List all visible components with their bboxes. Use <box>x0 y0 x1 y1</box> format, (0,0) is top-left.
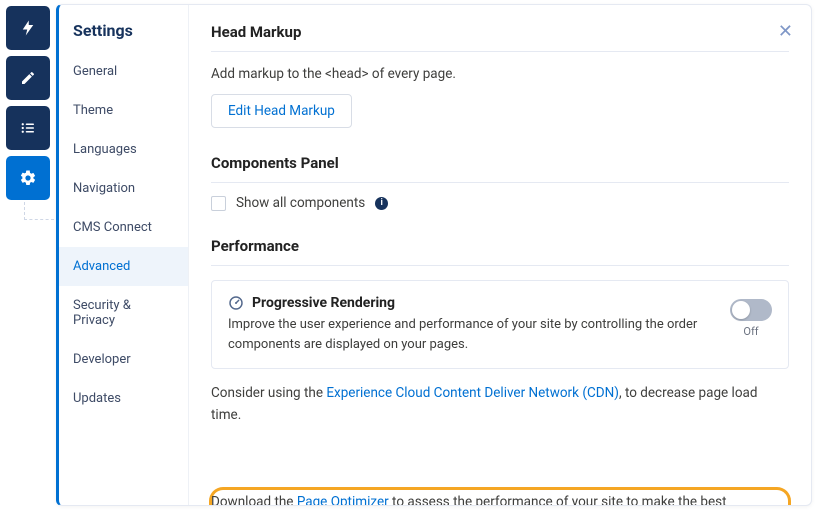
lightning-icon-tile[interactable] <box>6 6 50 50</box>
gear-icon-tile[interactable] <box>6 156 50 200</box>
head-markup-title: Head Markup <box>211 23 789 52</box>
settings-title: Settings <box>59 5 188 52</box>
icon-rail <box>0 0 56 510</box>
progressive-rendering-title: Progressive Rendering <box>252 295 395 311</box>
sidebar-item-developer[interactable]: Developer <box>59 340 188 379</box>
show-all-components-checkbox[interactable] <box>211 196 226 211</box>
cdn-pre-text: Consider using the <box>211 385 326 401</box>
pencil-icon-tile[interactable] <box>6 56 50 100</box>
sidebar-item-updates[interactable]: Updates <box>59 379 188 418</box>
list-icon <box>19 119 37 137</box>
gear-icon <box>19 169 37 187</box>
settings-sidebar: Settings General Theme Languages Navigat… <box>59 5 189 505</box>
performance-title: Performance <box>211 237 789 266</box>
show-all-components-label: Show all components <box>236 195 365 211</box>
sidebar-item-cms-connect[interactable]: CMS Connect <box>59 208 188 247</box>
sidebar-item-languages[interactable]: Languages <box>59 130 188 169</box>
sidebar-item-security-privacy[interactable]: Security & Privacy <box>59 286 188 340</box>
rail-connector <box>24 202 54 220</box>
progressive-rendering-heading: Progressive Rendering <box>228 295 712 311</box>
info-icon[interactable]: i <box>375 197 388 210</box>
optimizer-pre-text: Download the <box>211 494 297 506</box>
list-icon-tile[interactable] <box>6 106 50 150</box>
sidebar-item-general[interactable]: General <box>59 52 188 91</box>
cdn-link[interactable]: Experience Cloud Content Deliver Network… <box>326 385 619 401</box>
page-optimizer-link[interactable]: Page Optimizer <box>297 494 389 506</box>
progressive-rendering-card: Progressive Rendering Improve the user e… <box>211 280 789 369</box>
head-markup-desc: Add markup to the <head> of every page. <box>211 64 789 84</box>
components-panel-title: Components Panel <box>211 154 789 183</box>
sidebar-item-advanced[interactable]: Advanced <box>59 247 188 286</box>
sidebar-item-theme[interactable]: Theme <box>59 91 188 130</box>
toggle-state-label: Off <box>743 325 758 338</box>
progressive-rendering-desc: Improve the user experience and performa… <box>228 315 712 354</box>
settings-panel: Settings General Theme Languages Navigat… <box>56 4 812 506</box>
optimizer-post-text: to assess the performance of your site t… <box>389 494 727 506</box>
gauge-icon <box>228 295 244 311</box>
content-area: ✕ Head Markup Add markup to the <head> o… <box>189 5 811 505</box>
toggle-knob <box>732 301 750 319</box>
close-icon[interactable]: ✕ <box>778 21 793 42</box>
sidebar-item-navigation[interactable]: Navigation <box>59 169 188 208</box>
optimizer-paragraph: Download the Page Optimizer to assess th… <box>211 494 789 506</box>
pencil-icon <box>20 70 36 86</box>
progressive-rendering-toggle-wrap: Off <box>730 295 772 338</box>
edit-head-markup-button[interactable]: Edit Head Markup <box>211 94 352 128</box>
lightning-icon <box>19 19 37 37</box>
cdn-paragraph: Consider using the Experience Cloud Cont… <box>211 383 789 426</box>
show-all-components-row: Show all components i <box>211 195 789 211</box>
progressive-rendering-toggle[interactable] <box>730 299 772 321</box>
